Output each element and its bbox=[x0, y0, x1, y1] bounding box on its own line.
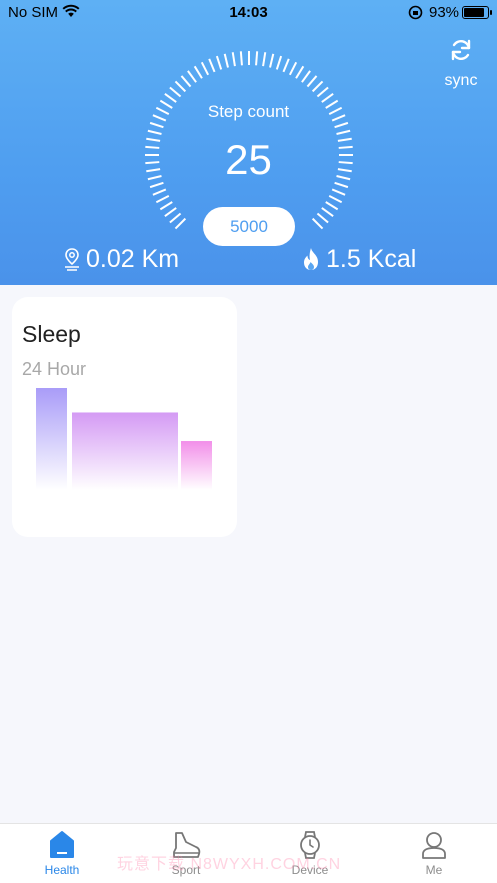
dial-tick bbox=[295, 65, 305, 79]
calories-stat: 1.5 Kcal bbox=[300, 242, 416, 276]
dial-tick bbox=[316, 212, 329, 224]
dial-tick bbox=[321, 93, 334, 103]
dial-tick bbox=[334, 121, 349, 129]
dial-tick bbox=[321, 207, 334, 217]
calories-value: 1.5 Kcal bbox=[326, 244, 417, 273]
dial-tick bbox=[275, 55, 283, 70]
dial-tick bbox=[164, 207, 177, 217]
distance-value: 0.02 Km bbox=[86, 244, 180, 273]
dial-tick bbox=[231, 52, 236, 67]
dial-tick bbox=[328, 194, 343, 204]
dial-tick bbox=[288, 61, 298, 76]
tab-bar: Health Sport Device Me 玩意下载 N8WYXH.COM.C… bbox=[0, 823, 497, 883]
dial-tick bbox=[269, 53, 275, 68]
dial-tick bbox=[262, 52, 267, 67]
flame-icon bbox=[304, 248, 318, 270]
sleep-bar bbox=[72, 412, 178, 490]
tab-me[interactable]: Me bbox=[389, 830, 479, 877]
dial-tick bbox=[155, 194, 170, 204]
dial-tick bbox=[187, 70, 197, 83]
dial-tick bbox=[174, 217, 187, 230]
location-pin-icon bbox=[65, 248, 79, 271]
dial-tick bbox=[208, 58, 216, 73]
sync-icon bbox=[451, 39, 471, 61]
sleep-bar bbox=[36, 388, 67, 490]
tab-label: Me bbox=[425, 863, 443, 877]
dial-tick bbox=[180, 75, 192, 88]
dial-tick bbox=[193, 65, 203, 79]
dial-tick bbox=[169, 212, 182, 224]
dial-tick bbox=[311, 80, 324, 93]
sleep-card[interactable]: Sleep 24 Hour bbox=[12, 297, 237, 537]
dial-tick bbox=[282, 58, 290, 73]
watermark: 玩意下载 N8WYXH.COM.CN bbox=[117, 856, 342, 873]
dial-tick bbox=[336, 129, 351, 135]
dial-tick bbox=[169, 86, 182, 98]
dial-tick bbox=[159, 201, 173, 211]
sleep-chart bbox=[36, 388, 212, 490]
dial-tick bbox=[325, 201, 339, 211]
home-icon bbox=[50, 831, 74, 858]
user-icon bbox=[422, 832, 446, 859]
distance-stat: 0.02 Km bbox=[62, 242, 179, 276]
dial-tick bbox=[239, 51, 243, 66]
dial-tick bbox=[316, 86, 329, 98]
tab-health[interactable]: Health bbox=[17, 830, 107, 877]
dial-tick bbox=[331, 188, 346, 196]
dial-tick bbox=[152, 188, 167, 196]
dial-tick bbox=[149, 121, 164, 129]
dial-tick bbox=[255, 51, 259, 66]
sleep-bar bbox=[181, 441, 212, 490]
step-goal-button[interactable]: 5000 bbox=[203, 207, 295, 246]
header-panel: No SIM 14:03 93% sync Step count 25 5000… bbox=[0, 0, 497, 285]
sync-label: sync bbox=[444, 72, 478, 89]
step-count-label: Step count bbox=[207, 102, 290, 121]
step-count-value: 25 bbox=[225, 136, 272, 183]
tab-label: Health bbox=[44, 863, 80, 877]
dial-tick bbox=[215, 55, 223, 70]
dial-tick bbox=[174, 80, 187, 93]
sync-button[interactable]: sync bbox=[436, 38, 486, 90]
dial-tick bbox=[147, 129, 162, 135]
dial-tick bbox=[164, 93, 177, 103]
dial-tick bbox=[306, 75, 318, 88]
dial-tick bbox=[223, 53, 229, 68]
dial-tick bbox=[311, 217, 324, 230]
dial-tick bbox=[301, 70, 311, 83]
dial-tick bbox=[200, 61, 210, 76]
